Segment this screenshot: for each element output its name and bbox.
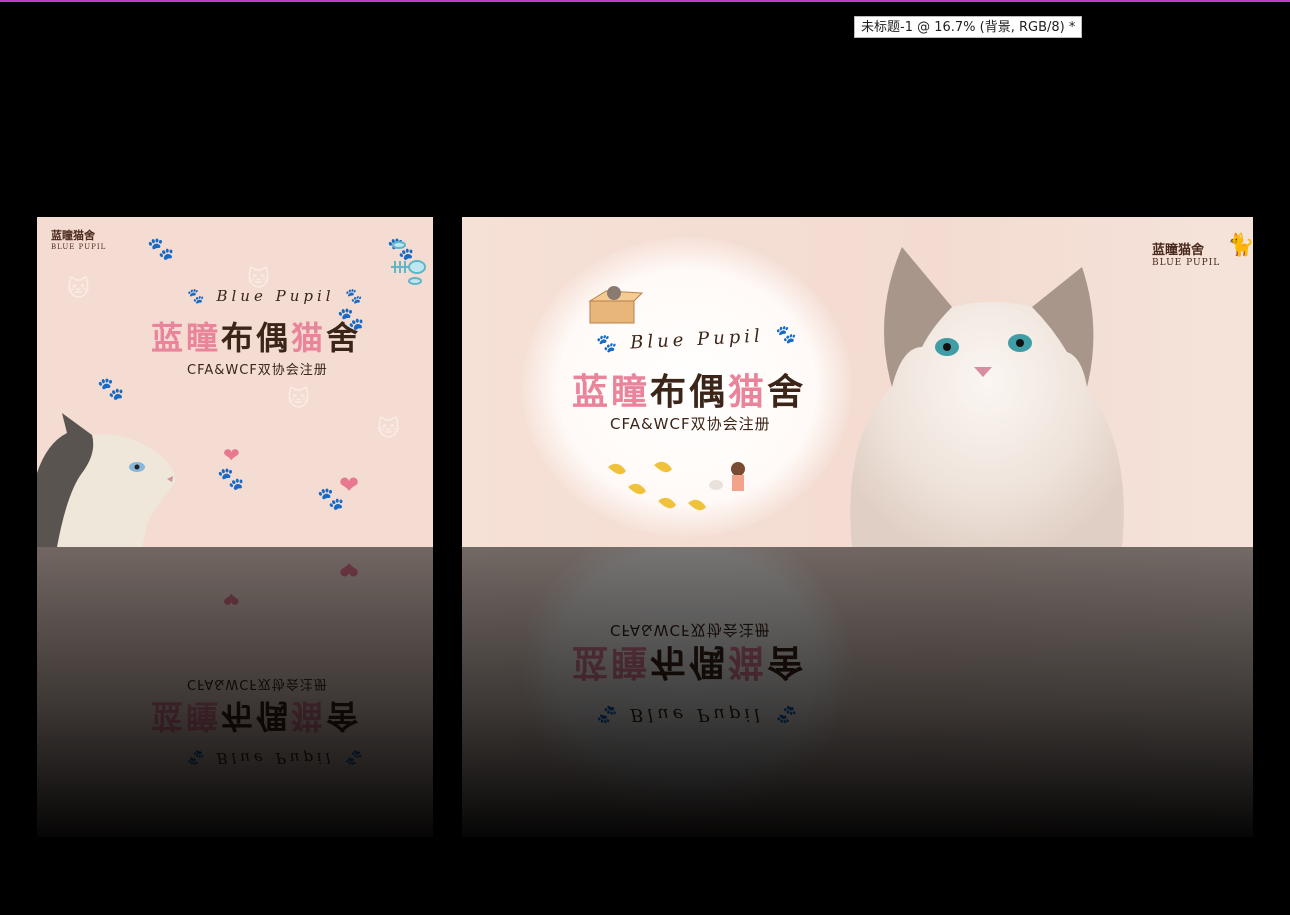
brand-logo-cn: 蓝瞳猫舍 bbox=[51, 229, 95, 242]
reflection-part: 舍 bbox=[767, 641, 807, 682]
title-en: 🐾 Blue Pupil 🐾 bbox=[185, 287, 366, 305]
ragdoll-cat-photo bbox=[850, 247, 1124, 547]
right-card-background: 蓝瞳猫舍 BLUE PUPIL 🐈 🐾 Blue Pupil 🐾 蓝瞳布偶猫舍 … bbox=[462, 217, 1253, 547]
brand-logo-en: BLUE PUPIL bbox=[51, 243, 107, 251]
paw-icon: 🐾 bbox=[593, 333, 622, 356]
paw-icon: 🐾 bbox=[185, 749, 208, 767]
title-cn-part: 猫 bbox=[291, 319, 327, 357]
title-cn-part: 瞳 bbox=[186, 319, 222, 357]
reflection-title-cn: 蓝瞳布偶猫舍 bbox=[151, 695, 361, 741]
title-cn-part: 布偶 bbox=[650, 372, 729, 413]
brand-logo: 蓝瞳猫舍 BLUE PUPIL bbox=[1152, 239, 1220, 268]
right-card: 蓝瞳猫舍 BLUE PUPIL 🐈 🐾 Blue Pupil 🐾 蓝瞳布偶猫舍 … bbox=[462, 217, 1253, 547]
reflection-part: 猫 bbox=[728, 641, 768, 682]
reflection-title-en-text: Blue Pupil bbox=[216, 749, 335, 767]
title-en-text: Blue Pupil bbox=[216, 287, 335, 305]
cat-illustration bbox=[37, 413, 176, 547]
left-card-background: 🐱 🐾 🐱 🐾 🐾 🐱 🐱 🐾 🐾 🐾 蓝瞳猫舍 BLUE PUPIL 🐾 Blue Pu… bbox=[37, 217, 433, 547]
heart-icon: ❤ bbox=[339, 471, 360, 499]
title-cn-part: 舍 bbox=[767, 372, 807, 413]
title-cn-part: 蓝 bbox=[151, 319, 187, 357]
title-cn-part: 猫 bbox=[728, 372, 768, 413]
cat-icon: 🐈 bbox=[1227, 233, 1253, 258]
reflection-title-en: 🐾 Blue Pupil 🐾 bbox=[594, 704, 800, 725]
subtitle: CFA&WCF双协会注册 bbox=[610, 415, 771, 433]
title-cn-part: 舍 bbox=[326, 319, 362, 357]
paw-icon: 🐾 bbox=[185, 287, 208, 305]
paw-icon: 🐾 bbox=[343, 749, 367, 767]
title-cn-part: 蓝 bbox=[572, 372, 612, 413]
reflection-background: 🐾 Blue Pupil 🐾 蓝瞳布偶猫舍 CFA&WCF双协会注册 ❤ ❤ bbox=[37, 547, 433, 837]
brand-logo: 蓝瞳猫舍 BLUE PUPIL bbox=[51, 227, 106, 251]
reflection-part: 猫 bbox=[291, 697, 327, 735]
reflection-part: 布偶 bbox=[221, 697, 292, 735]
reflection-part: 蓝 bbox=[151, 697, 187, 735]
paw-icon: 🐾 bbox=[773, 704, 801, 725]
reflection-title-en: 🐾 Blue Pupil 🐾 bbox=[185, 749, 366, 767]
heart-icon: ❤ bbox=[223, 587, 240, 611]
window-top-edge bbox=[0, 0, 1290, 2]
reflection-part: 瞳 bbox=[186, 697, 222, 735]
right-card-reflection: 🐾 Blue Pupil 🐾 蓝瞳布偶猫舍 CFA&WCF双协会注册 bbox=[462, 547, 1253, 837]
brand-logo-en: BLUE PUPIL bbox=[1152, 258, 1221, 268]
left-card: 🐱 🐾 🐱 🐾 🐾 🐱 🐱 🐾 🐾 🐾 蓝瞳猫舍 BLUE PUPIL 🐾 Blue Pu… bbox=[37, 217, 433, 547]
paw-icon: 🐾 bbox=[772, 323, 801, 346]
reflection-glow bbox=[522, 547, 852, 817]
title-cn-part: 瞳 bbox=[611, 372, 651, 413]
ginkgo-leaf-icon bbox=[608, 461, 745, 511]
brand-logo-cn: 蓝瞳猫舍 bbox=[1152, 243, 1205, 258]
title-cn: 蓝瞳布偶猫舍 bbox=[572, 363, 806, 415]
subtitle: CFA&WCF双协会注册 bbox=[187, 363, 328, 378]
reflection-subtitle: CFA&WCF双协会注册 bbox=[610, 621, 771, 639]
heart-icon: ❤ bbox=[339, 555, 360, 583]
reflection-part: 舍 bbox=[326, 697, 362, 735]
paw-icon: 🐾 bbox=[343, 287, 367, 305]
heart-icon: ❤ bbox=[223, 443, 240, 467]
title-cn: 蓝瞳布偶猫舍 bbox=[151, 313, 361, 359]
reflection-background: 🐾 Blue Pupil 🐾 蓝瞳布偶猫舍 CFA&WCF双协会注册 bbox=[462, 547, 1253, 837]
reflection-title-en-text: Blue Pupil bbox=[630, 704, 764, 725]
document-tab[interactable]: 未标题-1 @ 16.7% (背景, RGB/8) * bbox=[854, 16, 1083, 38]
title-cn-part: 布偶 bbox=[221, 319, 292, 357]
paw-icon: 🐾 bbox=[594, 704, 621, 725]
reflection-title-cn: 蓝瞳布偶猫舍 bbox=[572, 639, 806, 691]
reflection-part: 布偶 bbox=[650, 641, 729, 682]
box-cat-icon bbox=[588, 286, 644, 324]
reflection-subtitle: CFA&WCF双协会注册 bbox=[187, 676, 328, 691]
reflection-part: 蓝 bbox=[572, 641, 612, 682]
left-card-reflection: 🐾 Blue Pupil 🐾 蓝瞳布偶猫舍 CFA&WCF双协会注册 ❤ ❤ bbox=[37, 547, 433, 837]
reflection-part: 瞳 bbox=[611, 641, 651, 682]
fish-bone-icon bbox=[391, 241, 426, 285]
